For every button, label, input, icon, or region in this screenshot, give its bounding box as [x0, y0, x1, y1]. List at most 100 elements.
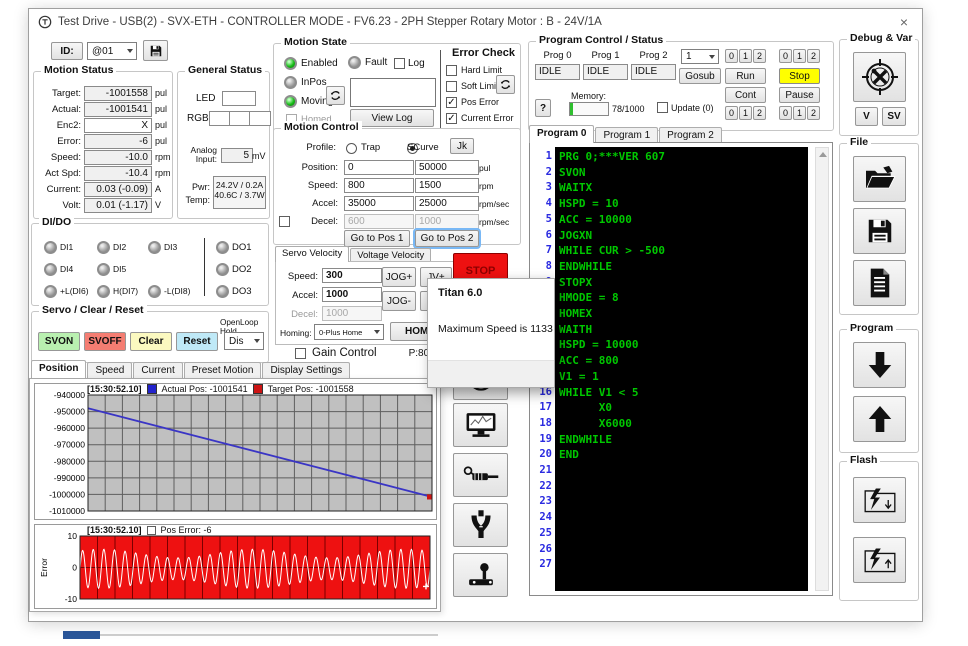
- help-button[interactable]: ?: [535, 99, 551, 117]
- view-tab-display-settings[interactable]: Display Settings: [262, 362, 351, 378]
- view-tab-preset-motion[interactable]: Preset Motion: [183, 362, 262, 378]
- checkbox[interactable]: [446, 64, 457, 76]
- scope-button[interactable]: [453, 403, 508, 447]
- motion-control-input-1[interactable]: 800: [344, 178, 414, 193]
- view-tab-current[interactable]: Current: [133, 362, 183, 378]
- memory-fill: [570, 103, 573, 115]
- trap-radio[interactable]: [346, 143, 357, 154]
- open-file-button[interactable]: [853, 156, 906, 202]
- motion-status-title: Motion Status: [41, 64, 117, 76]
- velocity-tabs: Servo Velocity Voltage Velocity: [275, 246, 432, 262]
- stop-program-button[interactable]: Stop: [779, 68, 820, 84]
- gain-control-checkbox[interactable]: [295, 347, 306, 359]
- save-file-button[interactable]: [853, 208, 906, 254]
- digit-button-2[interactable]: 2: [807, 106, 820, 120]
- jk-button[interactable]: Jk: [450, 138, 474, 154]
- di-indicator: DI5: [97, 262, 148, 276]
- homing-dropdown[interactable]: 0-Plus Home: [314, 324, 384, 340]
- digit-button-0[interactable]: 0: [725, 49, 738, 63]
- program-download-button[interactable]: [853, 342, 906, 388]
- v-button[interactable]: V: [855, 107, 878, 126]
- flash-write-button[interactable]: [853, 477, 906, 523]
- code-line: ACC = 10000: [559, 212, 632, 226]
- popup-footer: [428, 360, 554, 387]
- servo-button-reset[interactable]: Reset: [176, 332, 218, 351]
- velocity-tab-voltage-velocity[interactable]: Voltage Velocity: [350, 248, 432, 262]
- motion-control-input-2[interactable]: 50000: [415, 160, 479, 175]
- view-tab-speed[interactable]: Speed: [87, 362, 133, 378]
- led-icon: [216, 240, 229, 254]
- gripper-button[interactable]: [453, 503, 508, 547]
- digit-button-0[interactable]: 0: [779, 106, 792, 120]
- digit-button-1[interactable]: 1: [739, 106, 752, 120]
- digit-button-1[interactable]: 1: [793, 49, 806, 63]
- editor-scrollbar[interactable]: [815, 147, 829, 591]
- checkbox[interactable]: ✓: [446, 112, 457, 124]
- motion-status-row: Target: -1001558 pul: [39, 85, 171, 101]
- motion-control-input-2[interactable]: 1500: [415, 178, 479, 193]
- save-settings-button[interactable]: [143, 40, 168, 61]
- run-button[interactable]: Run: [725, 68, 766, 84]
- digit-button-0[interactable]: 0: [725, 106, 738, 120]
- servo-button-svon[interactable]: SVON: [38, 332, 80, 351]
- program-tab-1[interactable]: Program 1: [595, 127, 659, 143]
- gosub-select[interactable]: 1: [681, 49, 719, 64]
- popup-dialog[interactable]: Titan 6.0 Maximum Speed is 1133: [427, 278, 555, 388]
- debug-button[interactable]: [853, 52, 906, 102]
- close-button[interactable]: ×: [894, 12, 914, 32]
- joystick-button[interactable]: [453, 553, 508, 597]
- gosub-button[interactable]: Gosub: [679, 68, 721, 84]
- cont-button[interactable]: Cont: [725, 87, 766, 103]
- sv-accel-field[interactable]: 1000: [322, 287, 382, 302]
- jog-minus-button[interactable]: JOG-: [382, 291, 416, 311]
- openloop-dropdown[interactable]: Dis: [224, 332, 264, 350]
- goto-pos2-button[interactable]: Go to Pos 2: [415, 230, 479, 247]
- led-value-box: [222, 91, 256, 106]
- update-checkbox[interactable]: [657, 102, 668, 113]
- sv-button[interactable]: SV: [882, 107, 906, 126]
- document-button[interactable]: [853, 260, 906, 306]
- target-pos-swatch: [252, 384, 263, 394]
- error-check-refresh-button[interactable]: [496, 75, 515, 94]
- digit-button-2[interactable]: 2: [753, 106, 766, 120]
- actual-pos-swatch: [146, 384, 157, 394]
- servo-button-svoff[interactable]: SVOFF: [84, 332, 126, 351]
- program-editor[interactable]: 1234567891011121314151617181920212223242…: [529, 142, 833, 596]
- close-icon: ×: [899, 14, 909, 30]
- sv-speed-field[interactable]: 300: [322, 268, 382, 283]
- motion-control-input-2[interactable]: 25000: [415, 196, 479, 211]
- servo-button-clear[interactable]: Clear: [130, 332, 172, 351]
- digit-button-2[interactable]: 2: [753, 49, 766, 63]
- jog-plus-button[interactable]: JOG+: [382, 267, 416, 287]
- jog-plus-label: JOG+: [385, 271, 413, 283]
- motion-state-refresh-button[interactable]: [326, 86, 345, 105]
- charts-panel: [15:30:52.10] Actual Pos: -1001541 Targe…: [29, 378, 441, 612]
- pos-error-checkbox[interactable]: [146, 525, 156, 535]
- led-icon: [44, 262, 57, 276]
- id-dropdown[interactable]: @01: [87, 42, 137, 60]
- flash-read-button[interactable]: [853, 537, 906, 583]
- view-tab-position[interactable]: Position: [31, 360, 87, 378]
- motion-control-input-1[interactable]: 35000: [344, 196, 414, 211]
- program-tab-2[interactable]: Program 2: [659, 127, 722, 143]
- program-tab-0[interactable]: Program 0: [529, 125, 595, 143]
- log-checkbox[interactable]: [394, 58, 405, 69]
- id-label-button[interactable]: ID:: [51, 42, 83, 60]
- view-log-button[interactable]: View Log: [350, 109, 434, 127]
- digit-button-1[interactable]: 1: [739, 49, 752, 63]
- motion-status-row: Act Spd: -10.4 rpm: [39, 165, 171, 181]
- digit-button-1[interactable]: 1: [793, 106, 806, 120]
- position-chart: -940000 -950000 -960000 -970000 -980000 -9900…: [49, 390, 433, 516]
- motion-control-input-1[interactable]: 0: [344, 160, 414, 175]
- checkbox[interactable]: [446, 80, 457, 92]
- digit-button-2[interactable]: 2: [807, 49, 820, 63]
- program-upload-button[interactable]: [853, 396, 906, 442]
- actuator-button[interactable]: [453, 453, 508, 497]
- velocity-tab-servo-velocity[interactable]: Servo Velocity: [275, 246, 350, 262]
- digit-button-0[interactable]: 0: [779, 49, 792, 63]
- analog-input-label: Analog Input:: [190, 145, 217, 164]
- checkbox[interactable]: ✓: [446, 96, 457, 108]
- pause-button[interactable]: Pause: [779, 87, 820, 103]
- goto-pos1-button[interactable]: Go to Pos 1: [344, 230, 410, 247]
